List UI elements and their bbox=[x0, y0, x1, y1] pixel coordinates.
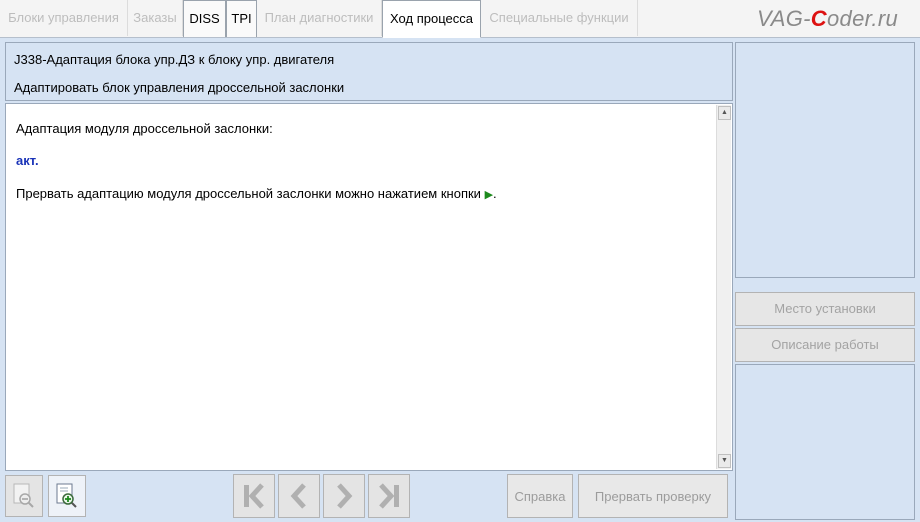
tab-special-functions[interactable]: Специальные функции bbox=[481, 0, 638, 36]
previous-page-button[interactable] bbox=[278, 474, 320, 518]
last-page-button[interactable] bbox=[368, 474, 410, 518]
zoom-in-button[interactable] bbox=[48, 475, 86, 517]
content-scrollbar[interactable]: ▲ ▼ bbox=[716, 105, 731, 469]
tab-tpi[interactable]: TPI bbox=[226, 0, 257, 37]
help-button[interactable]: Справка bbox=[507, 474, 573, 518]
tab-orders[interactable]: Заказы bbox=[128, 0, 183, 36]
scroll-up-button[interactable]: ▲ bbox=[718, 106, 731, 120]
work-description-button[interactable]: Описание работы bbox=[735, 328, 915, 362]
adaptation-label: Адаптация модуля дроссельной заслонки: bbox=[16, 121, 273, 136]
abort-check-button[interactable]: Прервать проверку bbox=[578, 474, 728, 518]
first-page-icon bbox=[244, 483, 264, 509]
abort-instruction-end: . bbox=[493, 186, 497, 201]
process-content: Адаптация модуля дроссельной заслонки: а… bbox=[5, 103, 733, 471]
brand-text-post: oder.ru bbox=[827, 6, 898, 31]
previous-page-icon bbox=[290, 483, 306, 509]
side-info-panel bbox=[735, 42, 915, 278]
brand-text-accent: C bbox=[810, 6, 827, 31]
side-lower-panel bbox=[735, 364, 915, 520]
next-page-icon bbox=[337, 483, 353, 509]
procedure-subtitle: Адаптировать блок управления дроссельной… bbox=[14, 80, 345, 95]
first-page-button[interactable] bbox=[233, 474, 275, 518]
abort-instruction: Прервать адаптацию модуля дроссельной за… bbox=[16, 186, 497, 201]
tab-control-units[interactable]: Блоки управления bbox=[0, 0, 128, 36]
brand-text-pre: VAG- bbox=[757, 6, 811, 31]
abort-instruction-text: Прервать адаптацию модуля дроссельной за… bbox=[16, 186, 481, 201]
tab-diss[interactable]: DISS bbox=[183, 0, 226, 37]
installation-location-button[interactable]: Место установки bbox=[735, 292, 915, 326]
procedure-title: J338-Адаптация блока упр.ДЗ к блоку упр.… bbox=[14, 52, 335, 67]
tab-bar: Блоки управления Заказы DISS TPI План ди… bbox=[0, 0, 920, 38]
last-page-icon bbox=[379, 483, 399, 509]
next-page-button[interactable] bbox=[323, 474, 365, 518]
tab-process-progress[interactable]: Ход процесса bbox=[382, 0, 481, 38]
green-play-icon: ▶ bbox=[484, 189, 494, 201]
zoom-in-icon bbox=[56, 483, 77, 508]
brand-logo: VAG-Coder.ru bbox=[757, 6, 898, 32]
zoom-out-icon bbox=[13, 483, 34, 508]
bottom-toolbar: Справка Прервать проверку bbox=[5, 472, 733, 520]
tab-diagnostic-plan[interactable]: План диагностики bbox=[257, 0, 382, 36]
procedure-header: J338-Адаптация блока упр.ДЗ к блоку упр.… bbox=[5, 42, 733, 101]
zoom-out-button[interactable] bbox=[5, 475, 43, 517]
scroll-down-button[interactable]: ▼ bbox=[718, 454, 731, 468]
adaptation-status: акт. bbox=[16, 153, 39, 168]
